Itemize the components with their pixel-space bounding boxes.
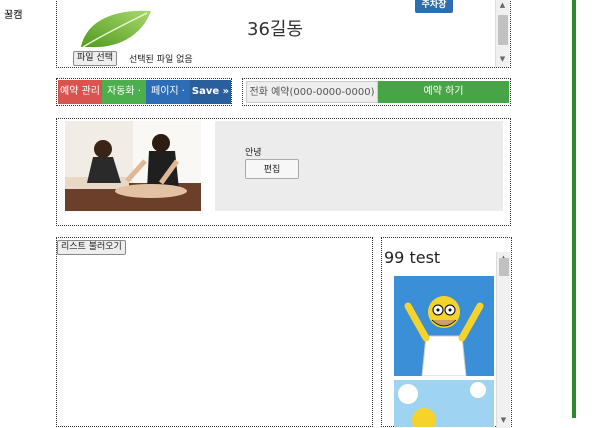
action-toolbar: 예약 관리 자동화 · 페이지 · Save » <box>56 78 232 106</box>
phone-reservation-input[interactable]: 전화 예약(000-0000-0000) <box>246 81 378 103</box>
side-scroll-thumb[interactable] <box>499 258 509 276</box>
brand-name: 꿀캠 <box>4 10 23 21</box>
load-list-button[interactable]: 리스트 불러오기 <box>57 240 126 255</box>
save-button[interactable]: Save » <box>190 80 231 104</box>
scroll-up-icon[interactable]: ▲ <box>496 0 509 11</box>
page-button[interactable]: 페이지 · <box>146 80 190 104</box>
cartoon-image <box>394 276 494 376</box>
profile-section: 안녕 편집 <box>56 118 511 226</box>
intro-text: 안녕 <box>245 148 262 158</box>
cartoon-image-2 <box>394 380 494 427</box>
intro-box: 안녕 편집 <box>215 121 503 211</box>
list-panel: 리스트 불러오기 <box>56 237 373 427</box>
side-title: 99 test <box>384 248 441 267</box>
scroll-down-icon[interactable]: ▼ <box>496 53 509 65</box>
header-panel: 파일 선택 선택된 파일 없음 36길동 주차장 ▲ ▼ <box>56 0 511 68</box>
automation-button[interactable]: 자동화 · <box>102 80 146 104</box>
edit-button[interactable]: 편집 <box>245 159 299 179</box>
massage-photo <box>65 121 201 211</box>
reservation-manage-button[interactable]: 예약 관리 <box>58 80 102 104</box>
header-scrollbar[interactable]: ▲ ▼ <box>495 0 509 67</box>
reserve-button[interactable]: 예약 하기 <box>378 81 509 103</box>
parking-badge[interactable]: 주차장 <box>415 0 453 13</box>
leaf-logo <box>81 10 151 48</box>
right-edge-bar <box>572 0 576 418</box>
file-select-button[interactable]: 파일 선택 <box>73 51 117 66</box>
page-title: 36길동 <box>247 19 304 40</box>
side-scroll-down-icon[interactable]: ▼ <box>497 414 510 426</box>
reservation-bar: 전화 예약(000-0000-0000) 예약 하기 <box>242 78 511 106</box>
side-panel: 99 test ▲ ▼ <box>381 237 512 428</box>
file-status: 선택된 파일 없음 <box>129 55 193 65</box>
scroll-thumb[interactable] <box>498 15 508 45</box>
side-scrollbar[interactable]: ▲ ▼ <box>496 252 510 428</box>
